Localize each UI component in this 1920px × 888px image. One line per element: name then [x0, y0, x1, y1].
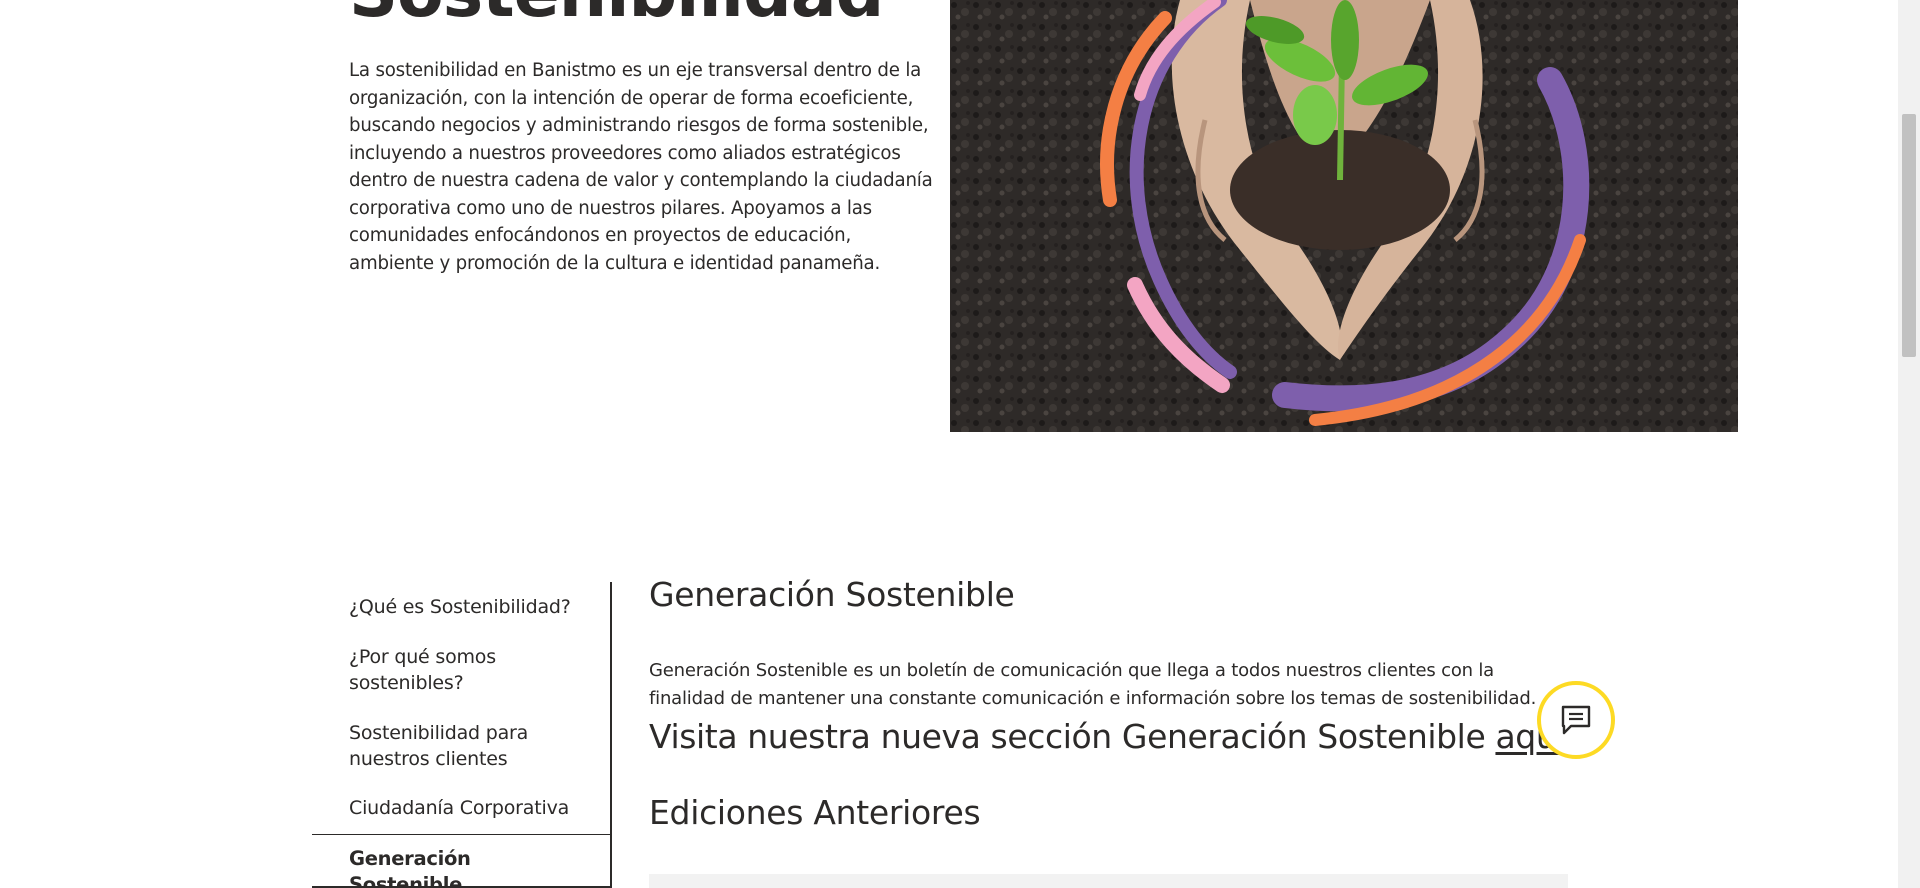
- hero-image: [950, 0, 1738, 432]
- side-nav-item-por-que-somos-sostenibles[interactable]: ¿Por qué somos sostenibles?: [349, 644, 589, 696]
- hero-description: La sostenibilidad en Banistmo es un eje …: [349, 60, 933, 274]
- side-nav-item-generacion-sostenible[interactable]: Generación Sostenible: [349, 846, 589, 888]
- page: Sostenibilidad La sostenibilidad en Bani…: [0, 0, 1898, 888]
- side-nav-item-sostenibilidad-para-clientes[interactable]: Sostenibilidad para nuestros clientes: [349, 720, 589, 772]
- page-scrollbar[interactable]: [1898, 0, 1920, 888]
- side-nav-item-ciudadania-corporativa[interactable]: Ciudadanía Corporativa: [349, 795, 589, 821]
- page-title: Sostenibilidad: [349, 0, 884, 33]
- nav-divider-line: [312, 834, 610, 835]
- visit-section-text: Visita nuestra nueva sección Generación …: [649, 717, 1496, 756]
- visit-section-line: Visita nuestra nueva sección Generación …: [649, 717, 1566, 756]
- chat-button[interactable]: [1537, 681, 1615, 759]
- chat-bubble-icon: [1561, 705, 1591, 735]
- nav-vertical-divider: [610, 582, 612, 888]
- side-nav-item-que-es-sostenibilidad[interactable]: ¿Qué es Sostenibilidad?: [349, 594, 589, 620]
- previous-editions-title: Ediciones Anteriores: [649, 793, 981, 832]
- scrollbar-thumb[interactable]: [1902, 114, 1916, 357]
- side-nav: ¿Qué es Sostenibilidad? ¿Por qué somos s…: [312, 582, 612, 888]
- section-description: Generación Sostenible es un boletín de c…: [649, 660, 1537, 709]
- previous-editions-panel: [649, 874, 1568, 888]
- section-title: Generación Sostenible: [649, 575, 1015, 614]
